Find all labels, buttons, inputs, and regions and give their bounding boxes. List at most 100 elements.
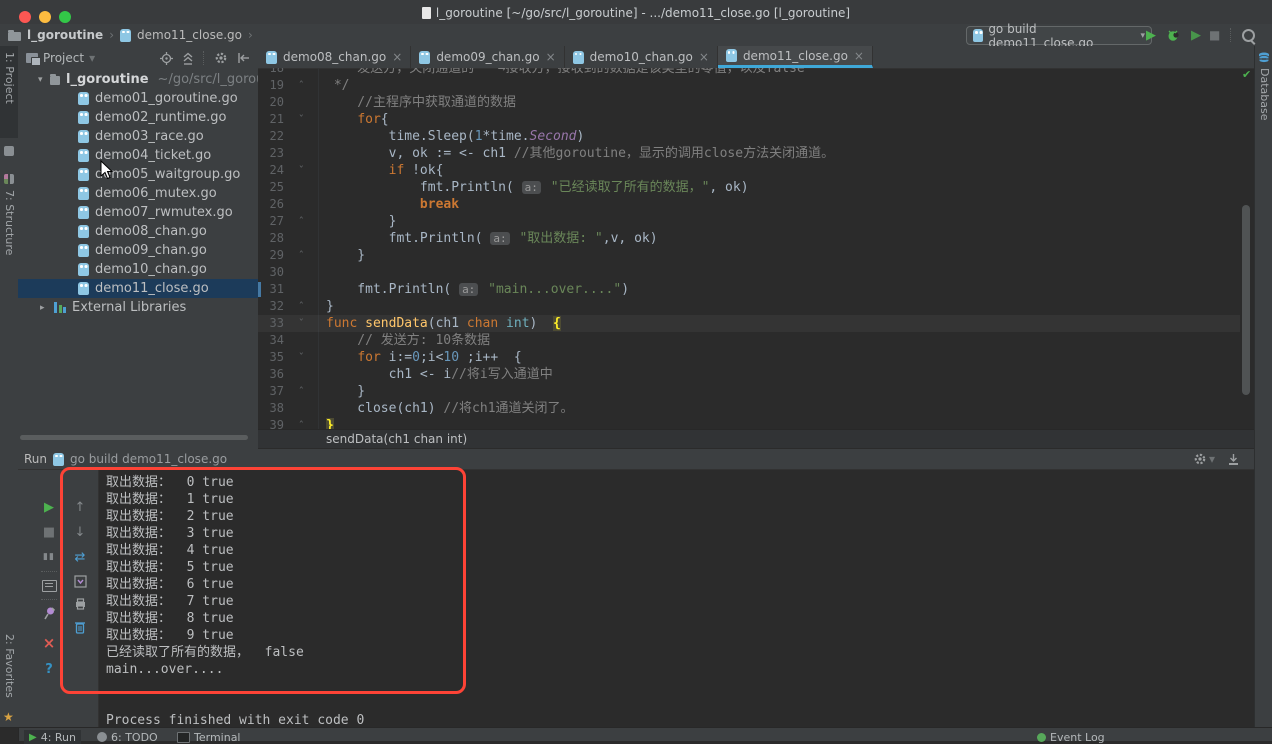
- code-line-34[interactable]: 34 // 发送方: 10条数据: [258, 332, 1240, 349]
- code-text: }: [326, 214, 396, 229]
- horizontal-scrollbar[interactable]: [20, 435, 248, 440]
- code-line-18[interactable]: 18 发送方，关闭通道的 →接收方，接收到的数据是该类型的零值，以及false: [258, 68, 1240, 77]
- project-file-demo09_chan.go[interactable]: demo09_chan.go: [18, 241, 258, 260]
- run-configuration-select[interactable]: go build demo11_close.go ▾: [966, 26, 1152, 45]
- run-button[interactable]: ▶: [1146, 29, 1156, 42]
- code-line-33[interactable]: 33ˇfunc sendData(ch1 chan int) {: [258, 315, 1240, 332]
- code-line-39[interactable]: 39ˆ}: [258, 417, 1240, 429]
- code-line-30[interactable]: 30: [258, 264, 1240, 281]
- fold-icon[interactable]: ˆ: [298, 213, 305, 230]
- code-line-22[interactable]: 22 time.Sleep(1*time.Second): [258, 128, 1240, 145]
- project-file-list: demo01_goroutine.godemo02_runtime.godemo…: [18, 89, 258, 298]
- code-line-27[interactable]: 27ˆ }: [258, 213, 1240, 230]
- project-root-path: ~/go/src/l_goroutine: [158, 72, 258, 87]
- show-console-icon[interactable]: [40, 577, 58, 595]
- fold-icon[interactable]: ˇ: [298, 111, 305, 128]
- go-file-icon: [78, 244, 89, 257]
- code-line-31[interactable]: 31 fmt.Println( a: "main...over...."): [258, 281, 1240, 298]
- project-file-demo10_chan.go[interactable]: demo10_chan.go: [18, 260, 258, 279]
- fold-icon[interactable]: ˆ: [298, 383, 305, 400]
- run-with-coverage-button[interactable]: ▶: [1191, 29, 1199, 42]
- code-line-26[interactable]: 26 break: [258, 196, 1240, 213]
- tool-button-project[interactable]: 1: Project: [0, 46, 18, 138]
- collapse-all-icon[interactable]: [182, 52, 194, 65]
- gear-icon[interactable]: [1193, 452, 1207, 466]
- code-text: 发送方，关闭通道的 →接收方，接收到的数据是该类型的零值，以及false: [326, 68, 805, 76]
- breadcrumb-project[interactable]: l_goroutine: [27, 28, 103, 42]
- locate-file-icon[interactable]: [160, 52, 173, 65]
- code-line-23[interactable]: 23 v, ok := <- ch1 //其他goroutine，显示的调用cl…: [258, 145, 1240, 162]
- project-file-demo01_goroutine.go[interactable]: demo01_goroutine.go: [18, 89, 258, 108]
- gear-icon[interactable]: [214, 51, 228, 65]
- close-panel-icon[interactable]: ×: [40, 634, 58, 652]
- code-text: if !ok{: [326, 163, 443, 178]
- code-editor[interactable]: 18 发送方，关闭通道的 →接收方，接收到的数据是该类型的零值，以及false1…: [258, 68, 1240, 429]
- collapse-arrow-icon[interactable]: ▾: [38, 75, 44, 85]
- code-line-21[interactable]: 21ˇ for{: [258, 111, 1240, 128]
- statusbar-run-button[interactable]: ▶ 4: Run: [24, 730, 81, 744]
- project-view-selector[interactable]: Project: [43, 51, 84, 65]
- right-tool-stripe: Database: [1254, 46, 1272, 727]
- close-tab-icon[interactable]: ×: [392, 50, 402, 64]
- tab-demo10_chan.go[interactable]: demo10_chan.go×: [565, 46, 718, 68]
- help-icon[interactable]: ?: [40, 660, 58, 678]
- project-file-demo08_chan.go[interactable]: demo08_chan.go: [18, 222, 258, 241]
- tab-demo09_chan.go[interactable]: demo09_chan.go×: [411, 46, 564, 68]
- close-tab-icon[interactable]: ×: [546, 50, 556, 64]
- go-file-icon: [266, 51, 277, 64]
- tool-button-favorites[interactable]: 2: Favorites: [3, 634, 16, 698]
- statusbar-terminal-button[interactable]: Terminal: [172, 730, 246, 744]
- fold-icon[interactable]: ˇ: [298, 349, 305, 366]
- code-line-29[interactable]: 29ˆ }: [258, 247, 1240, 264]
- fold-icon[interactable]: ˇ: [298, 315, 305, 332]
- project-file-demo11_close.go[interactable]: demo11_close.go: [18, 279, 258, 298]
- code-line-20[interactable]: 20 //主程序中获取通道的数据: [258, 94, 1240, 111]
- search-icon[interactable]: [1242, 29, 1255, 42]
- tool-button-structure[interactable]: 7: Structure: [3, 190, 16, 255]
- editor-scrollbar[interactable]: [1242, 205, 1250, 395]
- project-file-demo03_race.go[interactable]: demo03_race.go: [18, 127, 258, 146]
- expand-arrow-icon[interactable]: ▸: [40, 303, 48, 313]
- code-line-25[interactable]: 25 fmt.Println( a: "已经读取了所有的数据，", ok): [258, 179, 1240, 196]
- fold-icon[interactable]: ˆ: [298, 247, 305, 264]
- close-tab-icon[interactable]: ×: [854, 49, 864, 63]
- close-tab-icon[interactable]: ×: [699, 50, 709, 64]
- stop-button[interactable]: ■: [1209, 28, 1220, 42]
- fold-icon[interactable]: ˇ: [298, 162, 305, 179]
- project-root-row[interactable]: ▾ l_goroutine ~/go/src/l_goroutine: [18, 70, 258, 89]
- project-file-demo06_mutex.go[interactable]: demo06_mutex.go: [18, 184, 258, 203]
- project-file-demo07_rwmutex.go[interactable]: demo07_rwmutex.go: [18, 203, 258, 222]
- code-line-32[interactable]: 32ˆ}: [258, 298, 1240, 315]
- divider: [41, 599, 57, 600]
- code-line-24[interactable]: 24ˇ if !ok{: [258, 162, 1240, 179]
- pause-output-button[interactable]: ▮▮: [40, 548, 58, 566]
- code-line-35[interactable]: 35ˇ for i:=0;i<10 ;i++ {: [258, 349, 1240, 366]
- tool-button-database[interactable]: Database: [1258, 68, 1271, 121]
- debug-button[interactable]: [1166, 28, 1181, 42]
- code-line-38[interactable]: 38 close(ch1) //将ch1通道关闭了。: [258, 400, 1240, 417]
- code-line-19[interactable]: 19ˆ */: [258, 77, 1240, 94]
- breadcrumb-file[interactable]: demo11_close.go: [137, 28, 242, 42]
- hide-panel-icon[interactable]: [237, 52, 250, 64]
- project-file-demo04_ticket.go[interactable]: demo04_ticket.go: [18, 146, 258, 165]
- line-number: 32: [258, 298, 284, 315]
- code-line-36[interactable]: 36 ch1 <- i//将i写入通道中: [258, 366, 1240, 383]
- rerun-button[interactable]: ▶: [40, 498, 58, 516]
- statusbar-event-log-button[interactable]: Event Log: [1032, 730, 1110, 744]
- line-number: 19: [258, 77, 284, 94]
- fold-icon[interactable]: ˆ: [298, 77, 305, 94]
- fold-icon[interactable]: ˆ: [298, 417, 305, 429]
- fold-icon[interactable]: ˆ: [298, 298, 305, 315]
- tab-demo11_close.go[interactable]: demo11_close.go×: [718, 46, 873, 68]
- dock-panel-icon[interactable]: [1227, 453, 1240, 466]
- project-file-demo02_runtime.go[interactable]: demo02_runtime.go: [18, 108, 258, 127]
- code-line-28[interactable]: 28 fmt.Println( a: "取出数据: ",v, ok): [258, 230, 1240, 247]
- project-file-demo05_waitgroup.go[interactable]: demo05_waitgroup.go: [18, 165, 258, 184]
- external-libraries-row[interactable]: ▸ External Libraries: [18, 298, 258, 317]
- stop-button[interactable]: ■: [40, 523, 58, 541]
- tab-demo08_chan.go[interactable]: demo08_chan.go×: [258, 46, 411, 68]
- inspections-ok-icon[interactable]: ✔: [1242, 68, 1251, 81]
- statusbar-todo-button[interactable]: 6: TODO: [92, 730, 163, 744]
- code-line-37[interactable]: 37ˆ }: [258, 383, 1240, 400]
- pin-icon[interactable]: [43, 606, 56, 621]
